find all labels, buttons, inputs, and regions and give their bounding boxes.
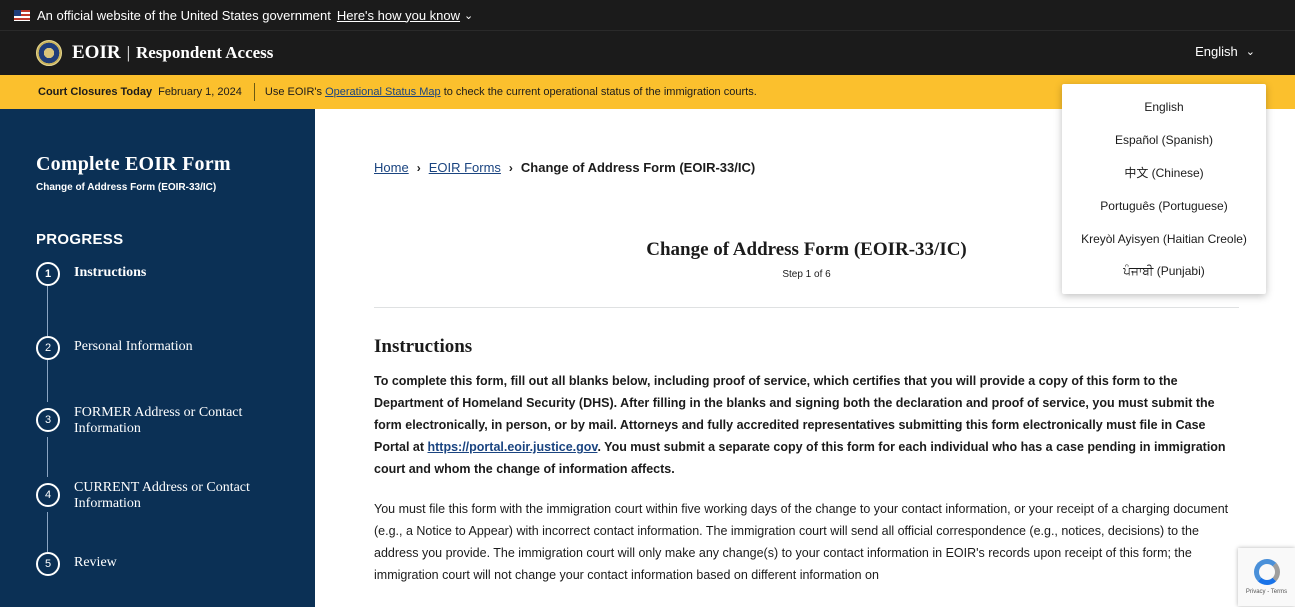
brand-eoir: EOIR	[72, 42, 121, 63]
doj-seal-icon	[36, 40, 62, 66]
step-number: 3	[36, 408, 60, 432]
progress-step-instructions: 1 Instructions	[36, 262, 315, 286]
progress-step-current-address: 4 CURRENT Address or Contact Information	[36, 477, 315, 512]
progress-steps: 1 Instructions 2 Personal Information 3 …	[36, 262, 315, 576]
alert-text-before: Use EOIR's	[264, 86, 322, 98]
operational-status-map-link[interactable]: Operational Status Map	[325, 86, 441, 98]
alert-text-after: to check the current operational status …	[443, 86, 757, 98]
breadcrumb-eoir-forms-link[interactable]: EOIR Forms	[429, 160, 501, 175]
chevron-down-icon: ⌄	[1245, 46, 1255, 58]
language-option-spanish[interactable]: Español (Spanish)	[1062, 123, 1266, 156]
language-option-punjabi[interactable]: ਪੰਜਾਬੀ (Punjabi)	[1062, 255, 1266, 288]
progress-step-personal-information: 2 Personal Information	[36, 336, 315, 360]
us-flag-icon	[14, 9, 30, 21]
progress-heading: PROGRESS	[36, 231, 124, 248]
recaptcha-badge[interactable]: Privacy - Terms	[1238, 548, 1295, 606]
language-dropdown-menu: English Español (Spanish) 中文 (Chinese) P…	[1062, 84, 1266, 294]
step-connector	[47, 286, 48, 336]
language-option-haitian-creole[interactable]: Kreyòl Ayisyen (Haitian Creole)	[1062, 222, 1266, 255]
progress-step-former-address: 3 FORMER Address or Contact Information	[36, 402, 315, 437]
gov-banner-text: An official website of the United States…	[37, 7, 331, 23]
language-option-chinese[interactable]: 中文 (Chinese)	[1062, 156, 1266, 189]
alert-divider	[253, 83, 255, 101]
brand-separator: |	[126, 43, 130, 62]
recaptcha-privacy-terms[interactable]: Privacy - Terms	[1246, 589, 1287, 595]
step-label: Review	[74, 555, 117, 570]
progress-step-review: 5 Review	[36, 552, 315, 576]
step-number: 5	[36, 552, 60, 576]
heres-how-you-know-link[interactable]: Here's how you know	[337, 8, 460, 23]
instructions-heading: Instructions	[374, 336, 473, 357]
case-portal-link[interactable]: https://portal.eoir.justice.gov	[428, 440, 598, 454]
sidebar-subtitle: Change of Address Form (EOIR-33/IC)	[36, 182, 217, 193]
recaptcha-icon	[1253, 559, 1280, 585]
step-label: FORMER Address or Contact Information	[74, 405, 243, 436]
step-number: 4	[36, 483, 60, 507]
step-label: Instructions	[74, 265, 147, 280]
language-selector-label: English	[1195, 44, 1238, 59]
language-selector-button[interactable]: English ⌄	[1195, 44, 1255, 59]
alert-date: February 1, 2024	[158, 86, 242, 98]
brand-subtitle: Respondent Access	[135, 43, 274, 62]
step-connector	[47, 437, 48, 477]
chevron-right-icon: ›	[416, 160, 421, 175]
step-label: CURRENT Address or Contact Information	[74, 480, 250, 511]
step-number: 2	[36, 336, 60, 360]
alert-label: Court Closures Today	[38, 86, 153, 98]
instructions-bold-paragraph: To complete this form, fill out all blan…	[374, 370, 1239, 480]
chevron-down-icon[interactable]: ⌄	[464, 9, 473, 22]
instructions-paragraph: You must file this form with the immigra…	[374, 502, 1229, 582]
language-option-portuguese[interactable]: Português (Portuguese)	[1062, 189, 1266, 222]
chevron-right-icon: ›	[508, 160, 513, 175]
step-connector	[47, 360, 48, 402]
progress-sidebar: Complete EOIR Form Change of Address For…	[0, 109, 315, 607]
gov-banner: An official website of the United States…	[0, 0, 1295, 30]
breadcrumb-home-link[interactable]: Home	[374, 160, 409, 175]
step-connector	[47, 512, 48, 552]
step-number: 1	[36, 262, 60, 286]
divider	[374, 307, 1239, 308]
site-brand[interactable]: EOIR | Respondent Access	[72, 42, 273, 64]
step-label: Personal Information	[74, 339, 193, 354]
language-option-english[interactable]: English	[1062, 90, 1266, 123]
breadcrumb-current: Change of Address Form (EOIR-33/IC)	[520, 160, 756, 175]
sidebar-title: Complete EOIR Form	[36, 153, 231, 175]
site-header: EOIR | Respondent Access English ⌄	[0, 30, 1295, 75]
